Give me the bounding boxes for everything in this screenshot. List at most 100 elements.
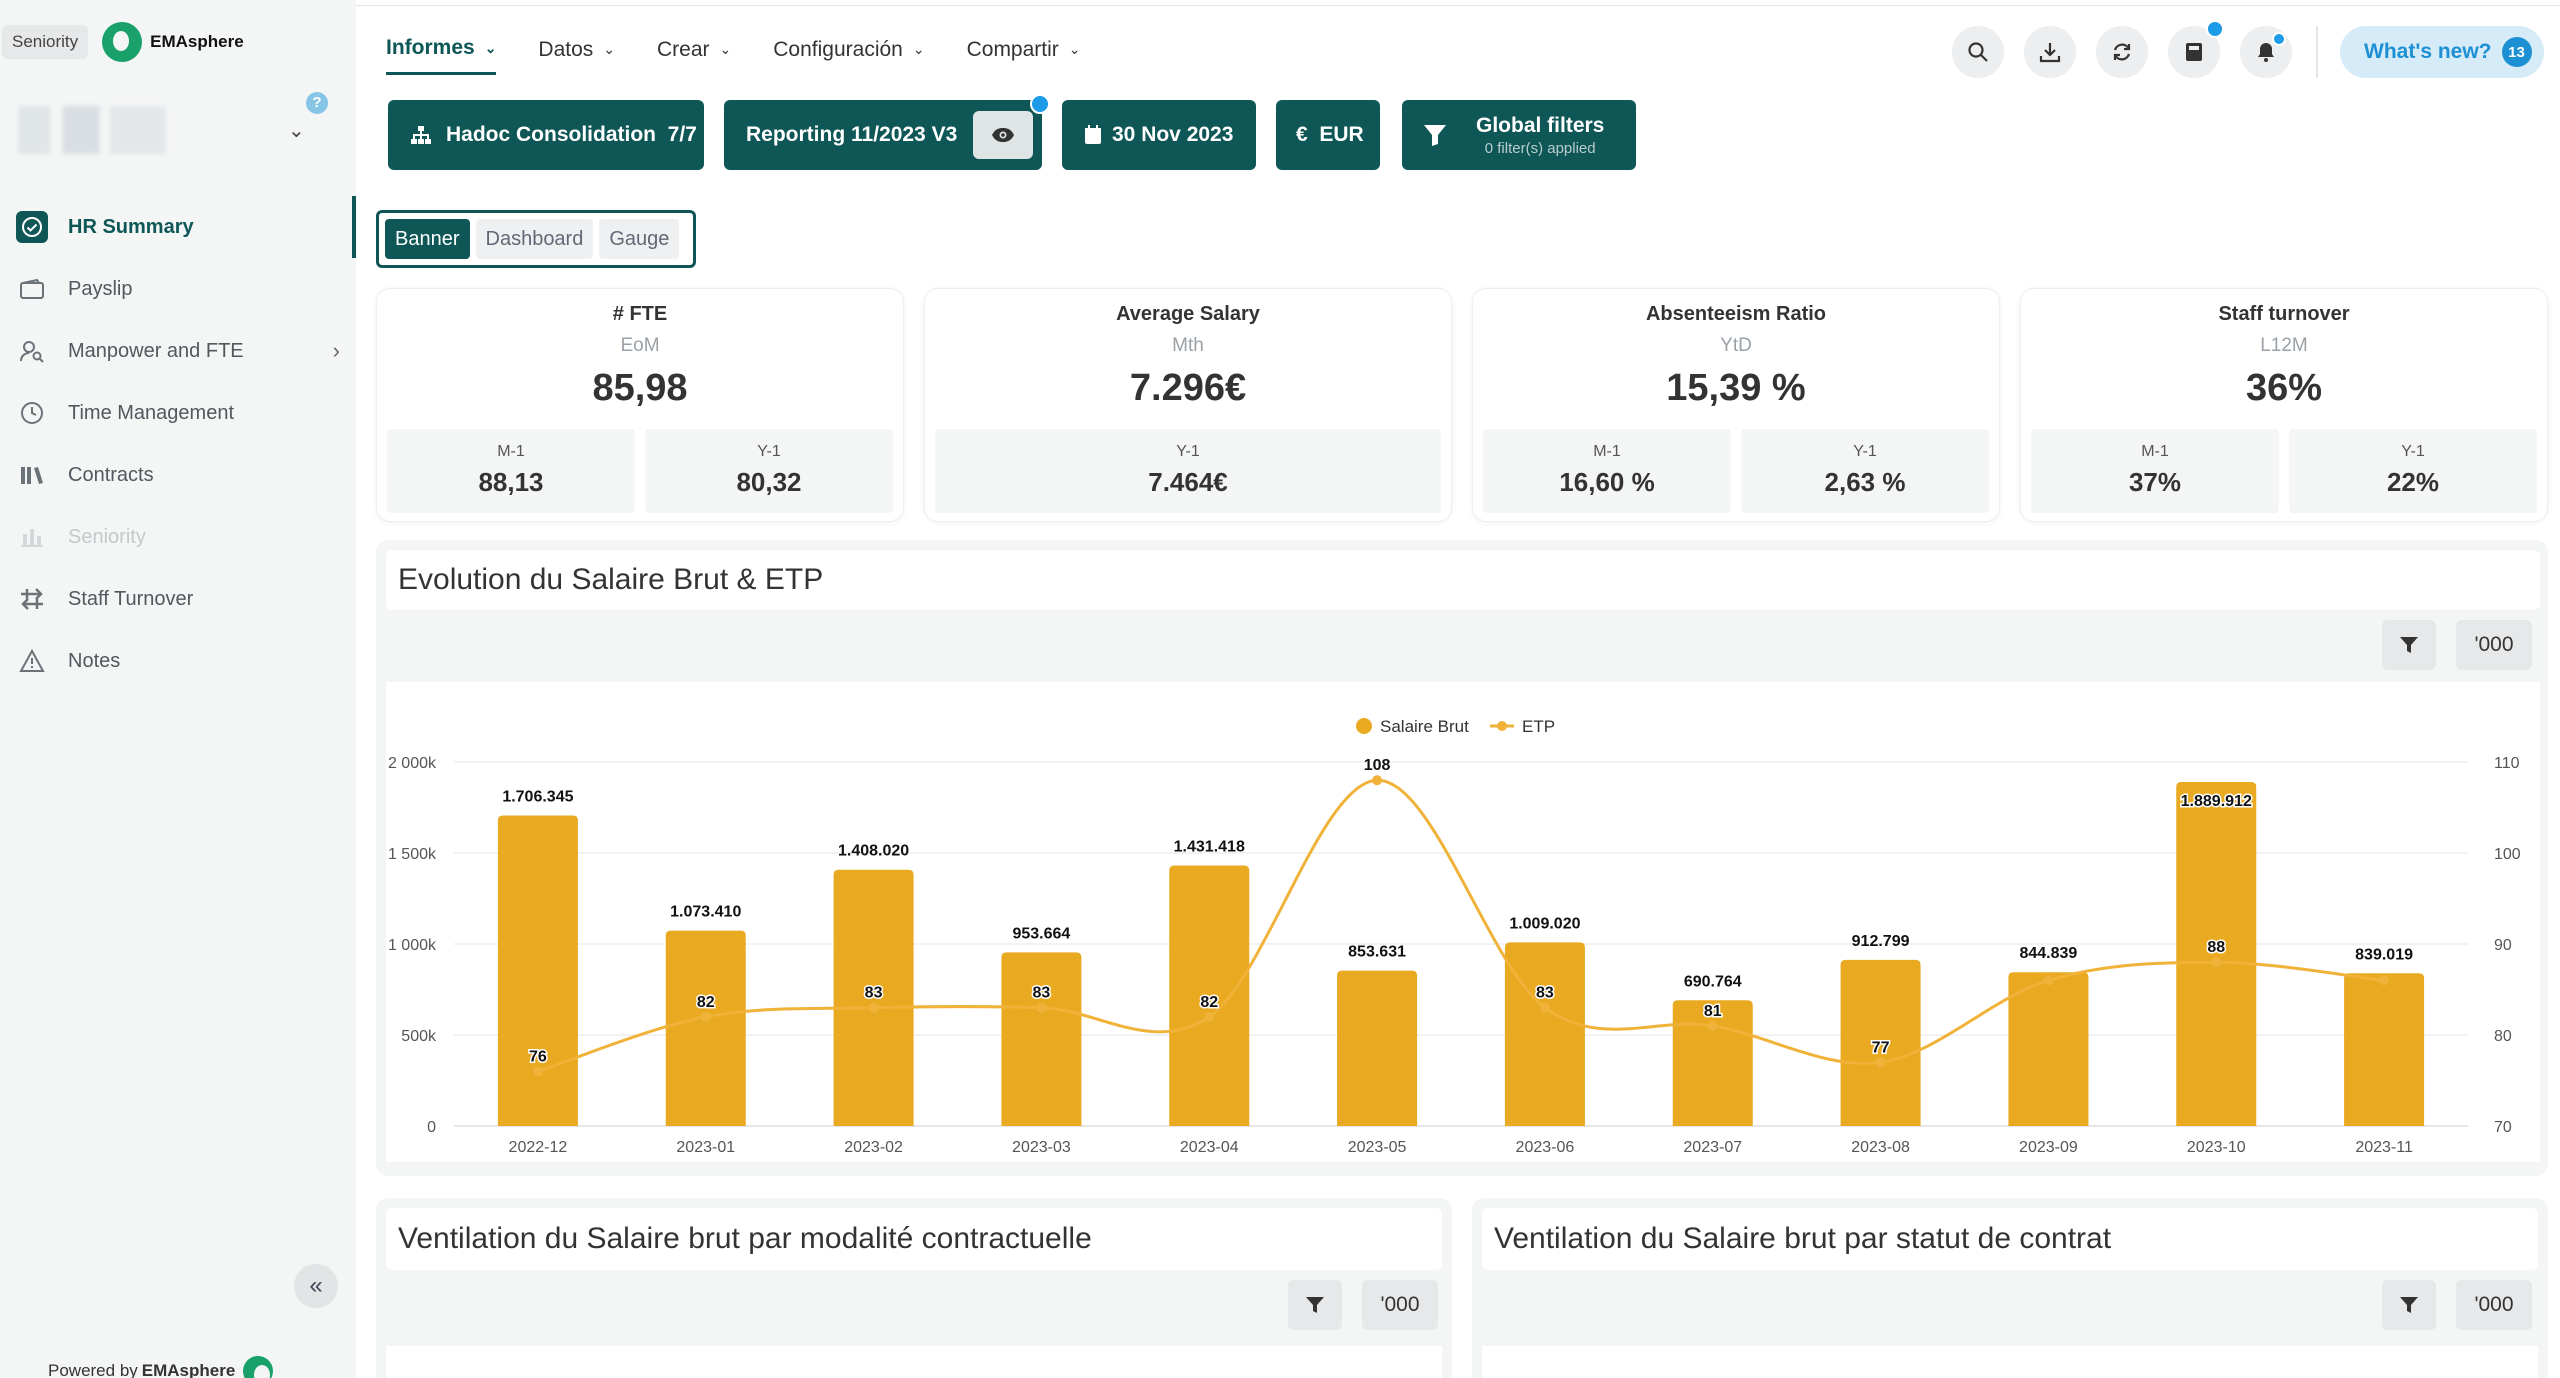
legend-etp-label: ETP (1522, 717, 1555, 736)
x-tick-label: 2023-10 (2187, 1139, 2246, 1156)
y-left-tick-label: 0 (427, 1119, 436, 1136)
book-button[interactable] (2168, 20, 2224, 78)
kpi-sub-y1: Y-1 2,63 % (1741, 429, 1989, 513)
calendar-icon (1084, 125, 1102, 145)
notifications-button[interactable] (2240, 26, 2292, 78)
emasphere-logo-icon[interactable] (102, 22, 143, 62)
search-button[interactable] (1952, 26, 2004, 78)
sidebar-item-manpower-and-fte[interactable]: Manpower and FTE › (0, 320, 356, 382)
menu-datos[interactable]: Datos ⌄ (538, 36, 615, 75)
menu-label: Informes (386, 36, 475, 59)
date-button[interactable]: 30 Nov 2023 (1062, 100, 1256, 170)
etp-data-label: 88 (2207, 939, 2225, 956)
brand-row: Seniority EMAsphere (0, 22, 244, 62)
chart-filter-button[interactable] (1288, 1280, 1342, 1330)
y-right-tick-label: 100 (2494, 846, 2521, 863)
chart-filter-button[interactable] (2382, 620, 2436, 670)
reporting-label: Reporting 11/2023 V3 (746, 123, 958, 146)
y-right-tick-label: 80 (2494, 1028, 2512, 1045)
view-tabs: Banner Dashboard Gauge (376, 210, 696, 268)
bar-data-label: 844.839 (2019, 945, 2077, 962)
bar-data-label: 1.431.418 (1174, 838, 1245, 855)
menu-configuracion[interactable]: Configuración ⌄ (773, 36, 924, 75)
sidebar-item-contracts[interactable]: Contracts (0, 444, 356, 506)
menu-crear[interactable]: Crear ⌄ (657, 36, 731, 75)
sidebar-item-staff-turnover[interactable]: Staff Turnover (0, 568, 356, 630)
kpi-card-fte[interactable]: # FTE EoM 85,98 M-1 88,13 Y-1 80,32 (376, 288, 904, 522)
book-icon (2186, 43, 2202, 61)
bar (1001, 952, 1082, 1126)
sidebar-item-time-management[interactable]: Time Management (0, 382, 356, 444)
kpi-card-absenteeism-ratio[interactable]: Absenteeism Ratio YtD 15,39 % M-1 16,60 %… (1472, 288, 2000, 522)
collapse-sidebar-button[interactable]: « (294, 1264, 338, 1308)
sidebar-item-seniority[interactable]: Seniority (0, 506, 356, 568)
logo-text[interactable]: EMAsphere (150, 32, 244, 52)
kpi-sub-label: Y-1 (757, 443, 781, 460)
kpi-sub-label: M-1 (497, 443, 525, 460)
sidebar-item-payslip[interactable]: Payslip (0, 258, 356, 320)
x-tick-label: 2023-11 (2355, 1139, 2413, 1156)
bar (665, 930, 746, 1126)
consolidation-button[interactable]: Hadoc Consolidation 7/7 (388, 100, 704, 170)
chart-filter-button[interactable] (2382, 1280, 2436, 1330)
bar-data-label: 839.019 (2355, 946, 2413, 963)
kpi-title: Average Salary (1116, 303, 1260, 325)
etp-data-label: 81 (1704, 1003, 1722, 1020)
notification-dot (2272, 32, 2286, 46)
tab-gauge[interactable]: Gauge (599, 219, 680, 259)
global-filters-button[interactable]: Global filters 0 filter(s) applied (1402, 100, 1636, 170)
kpi-value: 85,98 (592, 367, 688, 409)
download-button[interactable] (2024, 26, 2076, 78)
top-border (0, 0, 2560, 6)
whats-new-button[interactable]: What's new? 13 (2340, 26, 2544, 78)
chevron-right-icon[interactable]: › (333, 338, 340, 364)
scale-button[interactable]: '000 (2456, 620, 2532, 670)
sidebar-item-hr-summary[interactable]: HR Summary (0, 196, 356, 258)
powered-by: Powered by EMAsphere (48, 1356, 274, 1378)
reporting-button[interactable]: Reporting 11/2023 V3 (724, 94, 1050, 170)
chevron-down-icon: ⌄ (484, 39, 497, 56)
powered-prefix: Powered by (48, 1361, 138, 1378)
kpi-sub-label: M-1 (1593, 443, 1621, 460)
chevron-down-icon: ⌄ (719, 41, 732, 57)
emasphere-logo-icon (243, 1356, 274, 1378)
filter-funnel-icon (1402, 122, 1448, 148)
kpi-card-staff-turnover[interactable]: Staff turnover L12M 36% M-1 37% Y-1 22% (2020, 288, 2548, 522)
y-right-tick-label: 70 (2494, 1119, 2512, 1136)
kpi-sub-label: Y-1 (1853, 443, 1877, 460)
top-actions (1952, 20, 2292, 78)
consolidation-label: Hadoc Consolidation 7/7 (446, 123, 697, 146)
kpi-sub-label: M-1 (2141, 443, 2169, 460)
global-filters-text: Global filters 0 filter(s) applied (1476, 114, 1604, 157)
etp-data-label: 82 (697, 994, 715, 1011)
sidebar-item-label: Manpower and FTE (68, 339, 244, 362)
sidebar-item-label: Seniority (68, 525, 146, 548)
x-tick-label: 2023-01 (676, 1139, 735, 1156)
currency-button[interactable]: € EUR (1276, 100, 1380, 170)
kpi-sub-y1: Y-1 7.464€ (935, 429, 1441, 513)
bar-data-label: 1.009.020 (1509, 915, 1580, 932)
etp-data-label: 82 (1200, 994, 1218, 1011)
tab-dashboard[interactable]: Dashboard (475, 219, 594, 259)
warning-icon (16, 645, 48, 677)
chart-area-placeholder (1482, 1346, 2538, 1378)
tab-banner[interactable]: Banner (385, 219, 470, 259)
check-circle-icon (16, 211, 48, 243)
menu-compartir[interactable]: Compartir ⌄ (967, 36, 1081, 75)
organization-avatar[interactable] (18, 106, 166, 154)
kpi-card-average-salary[interactable]: Average Salary Mth 7.296€ Y-1 7.464€ (924, 288, 1452, 522)
refresh-button[interactable] (2096, 26, 2148, 78)
scale-button[interactable]: '000 (2456, 1280, 2532, 1330)
etp-point (1539, 1002, 1550, 1013)
org-chevron-down-icon[interactable]: ⌄ (288, 118, 305, 143)
help-icon[interactable]: ? (306, 92, 328, 114)
kpi-sub-m1: M-1 16,60 % (1483, 429, 1731, 513)
menu-informes[interactable]: Informes ⌄ (386, 36, 497, 75)
kpi-sub-value: 7.464€ (1148, 467, 1228, 497)
sidebar-item-notes[interactable]: Notes (0, 630, 356, 692)
etp-line (537, 778, 2385, 1073)
scale-button[interactable]: '000 (1362, 1280, 1438, 1330)
transfer-icon (16, 583, 48, 615)
preview-button[interactable] (973, 111, 1034, 159)
kpi-period: EoM (620, 335, 660, 356)
